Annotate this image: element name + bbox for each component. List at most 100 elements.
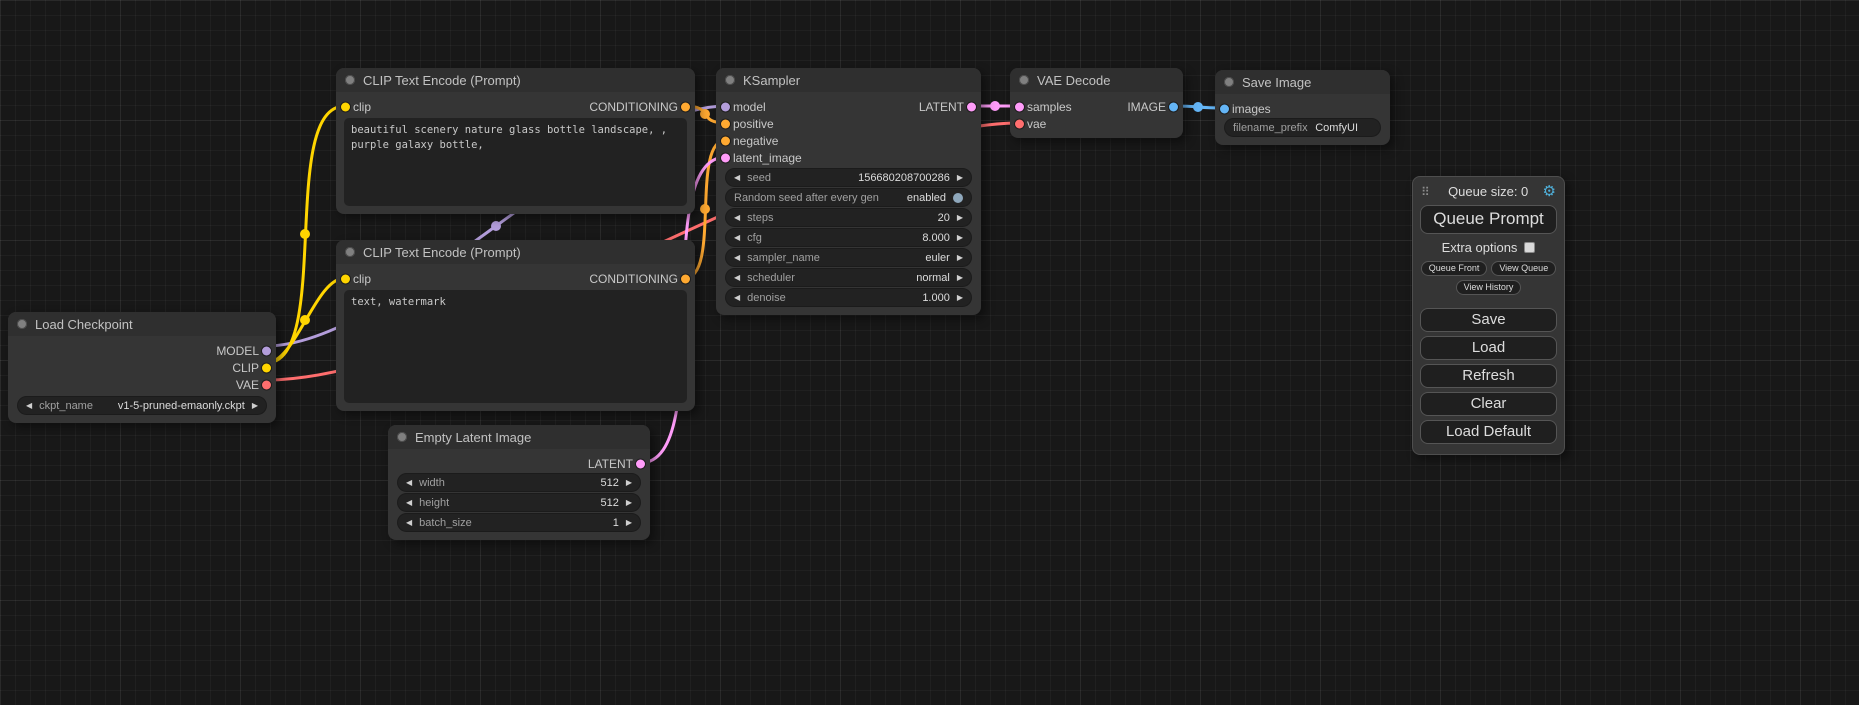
input-slot-latent-image[interactable]	[721, 153, 730, 162]
widget-value: 512	[600, 497, 618, 509]
widget-label: scheduler	[747, 272, 795, 284]
slot-row: latent_image	[716, 149, 981, 166]
widget-height[interactable]: ◀ height 512 ▶	[398, 494, 640, 511]
decrement-icon[interactable]: ◀	[406, 519, 412, 527]
link-midpoint-dot-image	[1193, 102, 1203, 112]
node-title-bar[interactable]: CLIP Text Encode (Prompt)	[336, 240, 695, 264]
node-status-dot	[1224, 77, 1234, 87]
increment-icon[interactable]: ▶	[626, 479, 632, 487]
node-title-bar[interactable]: Save Image	[1215, 70, 1390, 94]
input-slot-positive[interactable]	[721, 119, 730, 128]
widget-filename-prefix[interactable]: filename_prefix ComfyUI	[1225, 119, 1380, 136]
view-queue-button[interactable]: View Queue	[1491, 261, 1556, 276]
widget-label: sampler_name	[747, 252, 820, 264]
decrement-icon[interactable]: ◀	[406, 479, 412, 487]
output-slot-model[interactable]	[262, 346, 271, 355]
slot-row: clip CONDITIONING	[336, 270, 695, 287]
increment-icon[interactable]: ▶	[626, 519, 632, 527]
decrement-icon[interactable]: ◀	[734, 294, 740, 302]
node-title-bar[interactable]: CLIP Text Encode (Prompt)	[336, 68, 695, 92]
widget-ckpt-name[interactable]: ◀ ckpt_name v1-5-pruned-emaonly.ckpt ▶	[18, 397, 266, 414]
view-history-button[interactable]: View History	[1456, 280, 1522, 295]
widget-label: ckpt_name	[39, 400, 93, 412]
node-save-image[interactable]: Save Image images filename_prefix ComfyU…	[1215, 70, 1390, 145]
node-vae-decode[interactable]: VAE Decode samples IMAGE vae	[1010, 68, 1183, 138]
node-title-bar[interactable]: VAE Decode	[1010, 68, 1183, 92]
widget-batch-size[interactable]: ◀ batch_size 1 ▶	[398, 514, 640, 531]
input-slot-model[interactable]	[721, 102, 730, 111]
output-label-conditioning: CONDITIONING	[589, 100, 678, 114]
input-slot-clip[interactable]	[341, 274, 350, 283]
node-clip-text-encode-negative[interactable]: CLIP Text Encode (Prompt) clip CONDITION…	[336, 240, 695, 411]
output-slot-latent[interactable]	[967, 102, 976, 111]
decrement-icon[interactable]: ◀	[734, 174, 740, 182]
widget-denoise[interactable]: ◀ denoise 1.000 ▶	[726, 289, 971, 306]
input-label-clip: clip	[353, 272, 371, 286]
drag-handle-icon[interactable]: ⠿	[1421, 185, 1430, 199]
widget-scheduler[interactable]: ◀ scheduler normal ▶	[726, 269, 971, 286]
node-status-dot	[1019, 75, 1029, 85]
increment-icon[interactable]: ▶	[957, 174, 963, 182]
output-slot-vae[interactable]	[262, 380, 271, 389]
widget-seed[interactable]: ◀ seed 156680208700286 ▶	[726, 169, 971, 186]
extra-options-label: Extra options	[1442, 240, 1518, 255]
settings-gear-icon[interactable]: ⚙	[1543, 184, 1556, 199]
increment-icon[interactable]: ▶	[957, 274, 963, 282]
node-load-checkpoint[interactable]: Load Checkpoint MODEL CLIP VAE ◀ ckpt_na…	[8, 312, 276, 423]
extra-options-checkbox[interactable]	[1524, 242, 1535, 253]
output-slot-clip[interactable]	[262, 363, 271, 372]
queue-front-button[interactable]: Queue Front	[1421, 261, 1488, 276]
negative-prompt-textarea[interactable]: text, watermark	[344, 290, 687, 403]
increment-icon[interactable]: ▶	[957, 234, 963, 242]
decrement-icon[interactable]: ◀	[734, 274, 740, 282]
input-slot-vae[interactable]	[1015, 119, 1024, 128]
refresh-button[interactable]: Refresh	[1420, 364, 1557, 388]
widget-value: 20	[938, 212, 950, 224]
output-slot-latent[interactable]	[636, 459, 645, 468]
node-title-bar[interactable]: Load Checkpoint	[8, 312, 276, 336]
input-slot-samples[interactable]	[1015, 102, 1024, 111]
widget-value: 1	[613, 517, 619, 529]
widget-value: 8.000	[922, 232, 950, 244]
graph-canvas[interactable]: Load Checkpoint MODEL CLIP VAE ◀ ckpt_na…	[0, 0, 1859, 705]
widget-cfg[interactable]: ◀ cfg 8.000 ▶	[726, 229, 971, 246]
input-slot-negative[interactable]	[721, 136, 730, 145]
increment-icon[interactable]: ▶	[957, 214, 963, 222]
decrement-icon[interactable]: ◀	[734, 214, 740, 222]
decrement-icon[interactable]: ◀	[406, 499, 412, 507]
widget-sampler-name[interactable]: ◀ sampler_name euler ▶	[726, 249, 971, 266]
queue-prompt-button[interactable]: Queue Prompt	[1420, 205, 1557, 234]
clear-button[interactable]: Clear	[1420, 392, 1557, 416]
positive-prompt-textarea[interactable]: beautiful scenery nature glass bottle la…	[344, 118, 687, 206]
decrement-icon[interactable]: ◀	[26, 402, 32, 410]
node-empty-latent-image[interactable]: Empty Latent Image LATENT ◀ width 512 ▶ …	[388, 425, 650, 540]
widget-label: cfg	[747, 232, 762, 244]
decrement-icon[interactable]: ◀	[734, 234, 740, 242]
load-default-button[interactable]: Load Default	[1420, 420, 1557, 444]
output-slot-conditioning[interactable]	[681, 102, 690, 111]
output-slot-conditioning[interactable]	[681, 274, 690, 283]
extra-options-row: Extra options	[1420, 238, 1557, 257]
decrement-icon[interactable]: ◀	[734, 254, 740, 262]
increment-icon[interactable]: ▶	[957, 294, 963, 302]
node-ksampler[interactable]: KSampler model LATENT positive negative …	[716, 68, 981, 315]
save-button[interactable]: Save	[1420, 308, 1557, 332]
input-label-samples: samples	[1027, 100, 1072, 114]
link-midpoint-dot-samples	[990, 101, 1000, 111]
widget-steps[interactable]: ◀ steps 20 ▶	[726, 209, 971, 226]
input-slot-clip[interactable]	[341, 102, 350, 111]
increment-icon[interactable]: ▶	[957, 254, 963, 262]
node-title-bar[interactable]: KSampler	[716, 68, 981, 92]
input-slot-images[interactable]	[1220, 104, 1229, 113]
node-status-dot	[725, 75, 735, 85]
load-button[interactable]: Load	[1420, 336, 1557, 360]
widget-width[interactable]: ◀ width 512 ▶	[398, 474, 640, 491]
increment-icon[interactable]: ▶	[252, 402, 258, 410]
increment-icon[interactable]: ▶	[626, 499, 632, 507]
node-title-bar[interactable]: Empty Latent Image	[388, 425, 650, 449]
node-status-dot	[17, 319, 27, 329]
output-slot-image[interactable]	[1169, 102, 1178, 111]
link-midpoint-dot-model	[491, 221, 501, 231]
node-clip-text-encode-positive[interactable]: CLIP Text Encode (Prompt) clip CONDITION…	[336, 68, 695, 214]
widget-random-seed-toggle[interactable]: Random seed after every gen enabled	[726, 189, 971, 206]
